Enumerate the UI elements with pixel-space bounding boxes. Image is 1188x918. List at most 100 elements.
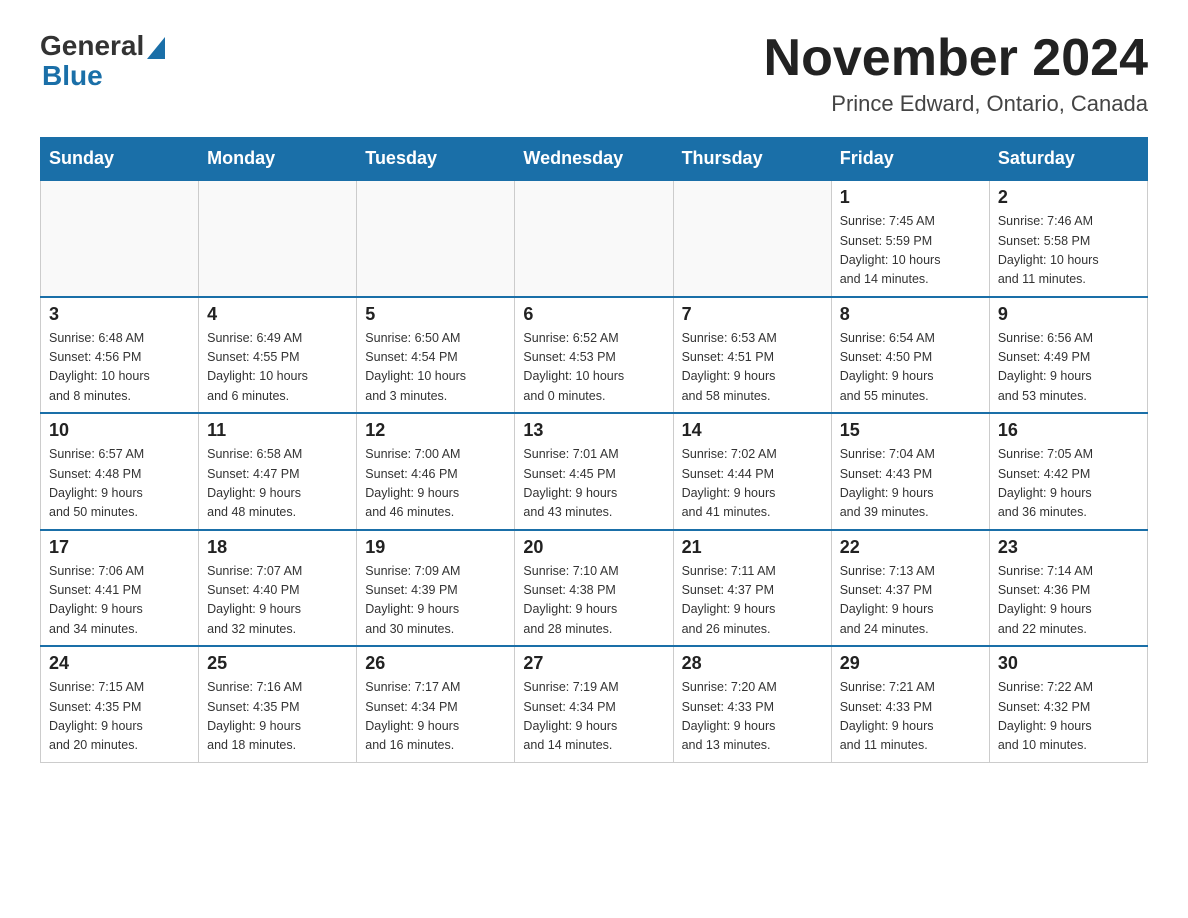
calendar-cell: 27 Sunrise: 7:19 AMSunset: 4:34 PMDayligh…	[515, 646, 673, 762]
day-info: Sunrise: 7:46 AMSunset: 5:58 PMDaylight:…	[998, 212, 1139, 290]
header-monday: Monday	[199, 138, 357, 181]
header-sunday: Sunday	[41, 138, 199, 181]
day-info: Sunrise: 7:04 AMSunset: 4:43 PMDaylight:…	[840, 445, 981, 523]
calendar-cell	[515, 180, 673, 297]
day-number: 13	[523, 420, 664, 441]
calendar-cell	[199, 180, 357, 297]
day-info: Sunrise: 6:53 AMSunset: 4:51 PMDaylight:…	[682, 329, 823, 407]
day-number: 15	[840, 420, 981, 441]
title-area: November 2024 Prince Edward, Ontario, Ca…	[764, 30, 1148, 117]
calendar-cell	[673, 180, 831, 297]
day-info: Sunrise: 7:11 AMSunset: 4:37 PMDaylight:…	[682, 562, 823, 640]
calendar-cell: 18 Sunrise: 7:07 AMSunset: 4:40 PMDayligh…	[199, 530, 357, 647]
month-title: November 2024	[764, 30, 1148, 87]
day-number: 4	[207, 304, 348, 325]
calendar-cell: 26 Sunrise: 7:17 AMSunset: 4:34 PMDayligh…	[357, 646, 515, 762]
calendar-cell: 8 Sunrise: 6:54 AMSunset: 4:50 PMDaylight…	[831, 297, 989, 414]
day-number: 29	[840, 653, 981, 674]
week-row-5: 24 Sunrise: 7:15 AMSunset: 4:35 PMDayligh…	[41, 646, 1148, 762]
week-row-4: 17 Sunrise: 7:06 AMSunset: 4:41 PMDayligh…	[41, 530, 1148, 647]
day-info: Sunrise: 7:02 AMSunset: 4:44 PMDaylight:…	[682, 445, 823, 523]
day-number: 1	[840, 187, 981, 208]
calendar-cell	[41, 180, 199, 297]
calendar-cell: 20Sunrise: 7:10 AMSunset: 4:38 PMDayligh…	[515, 530, 673, 647]
day-info: Sunrise: 7:20 AMSunset: 4:33 PMDaylight:…	[682, 678, 823, 756]
calendar-cell: 29 Sunrise: 7:21 AMSunset: 4:33 PMDayligh…	[831, 646, 989, 762]
calendar-cell	[357, 180, 515, 297]
day-info: Sunrise: 6:57 AMSunset: 4:48 PMDaylight:…	[49, 445, 190, 523]
day-info: Sunrise: 7:09 AMSunset: 4:39 PMDaylight:…	[365, 562, 506, 640]
week-row-1: 1 Sunrise: 7:45 AMSunset: 5:59 PMDaylight…	[41, 180, 1148, 297]
header-thursday: Thursday	[673, 138, 831, 181]
logo-general-text: General	[40, 30, 144, 62]
location-title: Prince Edward, Ontario, Canada	[764, 91, 1148, 117]
day-info: Sunrise: 7:05 AMSunset: 4:42 PMDaylight:…	[998, 445, 1139, 523]
header-saturday: Saturday	[989, 138, 1147, 181]
logo-blue-text: Blue	[42, 60, 103, 92]
calendar-cell: 11 Sunrise: 6:58 AMSunset: 4:47 PMDayligh…	[199, 413, 357, 530]
day-number: 10	[49, 420, 190, 441]
day-number: 19	[365, 537, 506, 558]
day-info: Sunrise: 7:01 AMSunset: 4:45 PMDaylight:…	[523, 445, 664, 523]
day-number: 27	[523, 653, 664, 674]
day-info: Sunrise: 7:14 AMSunset: 4:36 PMDaylight:…	[998, 562, 1139, 640]
calendar-cell: 17 Sunrise: 7:06 AMSunset: 4:41 PMDayligh…	[41, 530, 199, 647]
calendar-cell: 12 Sunrise: 7:00 AMSunset: 4:46 PMDayligh…	[357, 413, 515, 530]
day-number: 24	[49, 653, 190, 674]
day-info: Sunrise: 7:06 AMSunset: 4:41 PMDaylight:…	[49, 562, 190, 640]
calendar-cell: 25 Sunrise: 7:16 AMSunset: 4:35 PMDayligh…	[199, 646, 357, 762]
day-number: 14	[682, 420, 823, 441]
calendar-cell: 2 Sunrise: 7:46 AMSunset: 5:58 PMDaylight…	[989, 180, 1147, 297]
calendar-cell: 21Sunrise: 7:11 AMSunset: 4:37 PMDayligh…	[673, 530, 831, 647]
day-number: 25	[207, 653, 348, 674]
logo-triangle-icon	[147, 37, 165, 59]
day-number: 17	[49, 537, 190, 558]
day-info: Sunrise: 6:48 AMSunset: 4:56 PMDaylight:…	[49, 329, 190, 407]
calendar-cell: 3Sunrise: 6:48 AMSunset: 4:56 PMDaylight…	[41, 297, 199, 414]
calendar-header-row: SundayMondayTuesdayWednesdayThursdayFrid…	[41, 138, 1148, 181]
day-number: 30	[998, 653, 1139, 674]
day-number: 7	[682, 304, 823, 325]
day-info: Sunrise: 7:22 AMSunset: 4:32 PMDaylight:…	[998, 678, 1139, 756]
day-info: Sunrise: 7:21 AMSunset: 4:33 PMDaylight:…	[840, 678, 981, 756]
day-info: Sunrise: 7:15 AMSunset: 4:35 PMDaylight:…	[49, 678, 190, 756]
day-info: Sunrise: 7:16 AMSunset: 4:35 PMDaylight:…	[207, 678, 348, 756]
day-info: Sunrise: 7:45 AMSunset: 5:59 PMDaylight:…	[840, 212, 981, 290]
day-number: 8	[840, 304, 981, 325]
day-info: Sunrise: 7:07 AMSunset: 4:40 PMDaylight:…	[207, 562, 348, 640]
day-info: Sunrise: 7:00 AMSunset: 4:46 PMDaylight:…	[365, 445, 506, 523]
calendar-table: SundayMondayTuesdayWednesdayThursdayFrid…	[40, 137, 1148, 763]
day-info: Sunrise: 6:58 AMSunset: 4:47 PMDaylight:…	[207, 445, 348, 523]
day-info: Sunrise: 6:50 AMSunset: 4:54 PMDaylight:…	[365, 329, 506, 407]
header-tuesday: Tuesday	[357, 138, 515, 181]
calendar-cell: 19 Sunrise: 7:09 AMSunset: 4:39 PMDayligh…	[357, 530, 515, 647]
day-info: Sunrise: 6:54 AMSunset: 4:50 PMDaylight:…	[840, 329, 981, 407]
day-number: 26	[365, 653, 506, 674]
day-number: 11	[207, 420, 348, 441]
day-number: 18	[207, 537, 348, 558]
header-wednesday: Wednesday	[515, 138, 673, 181]
day-number: 28	[682, 653, 823, 674]
calendar-cell: 30 Sunrise: 7:22 AMSunset: 4:32 PMDayligh…	[989, 646, 1147, 762]
calendar-cell: 24 Sunrise: 7:15 AMSunset: 4:35 PMDayligh…	[41, 646, 199, 762]
day-info: Sunrise: 7:13 AMSunset: 4:37 PMDaylight:…	[840, 562, 981, 640]
calendar-cell: 5Sunrise: 6:50 AMSunset: 4:54 PMDaylight…	[357, 297, 515, 414]
day-number: 16	[998, 420, 1139, 441]
day-info: Sunrise: 6:49 AMSunset: 4:55 PMDaylight:…	[207, 329, 348, 407]
logo: General Blue	[40, 30, 165, 92]
calendar-cell: 6Sunrise: 6:52 AMSunset: 4:53 PMDaylight…	[515, 297, 673, 414]
calendar-cell: 13 Sunrise: 7:01 AMSunset: 4:45 PMDayligh…	[515, 413, 673, 530]
calendar-cell: 4 Sunrise: 6:49 AMSunset: 4:55 PMDaylight…	[199, 297, 357, 414]
day-info: Sunrise: 7:10 AMSunset: 4:38 PMDaylight:…	[523, 562, 664, 640]
day-number: 12	[365, 420, 506, 441]
week-row-2: 3Sunrise: 6:48 AMSunset: 4:56 PMDaylight…	[41, 297, 1148, 414]
calendar-cell: 14 Sunrise: 7:02 AMSunset: 4:44 PMDayligh…	[673, 413, 831, 530]
day-number: 6	[523, 304, 664, 325]
calendar-cell: 15 Sunrise: 7:04 AMSunset: 4:43 PMDayligh…	[831, 413, 989, 530]
day-number: 2	[998, 187, 1139, 208]
day-info: Sunrise: 7:17 AMSunset: 4:34 PMDaylight:…	[365, 678, 506, 756]
calendar-cell: 7 Sunrise: 6:53 AMSunset: 4:51 PMDaylight…	[673, 297, 831, 414]
day-info: Sunrise: 7:19 AMSunset: 4:34 PMDaylight:…	[523, 678, 664, 756]
day-info: Sunrise: 6:56 AMSunset: 4:49 PMDaylight:…	[998, 329, 1139, 407]
calendar-cell: 22Sunrise: 7:13 AMSunset: 4:37 PMDayligh…	[831, 530, 989, 647]
